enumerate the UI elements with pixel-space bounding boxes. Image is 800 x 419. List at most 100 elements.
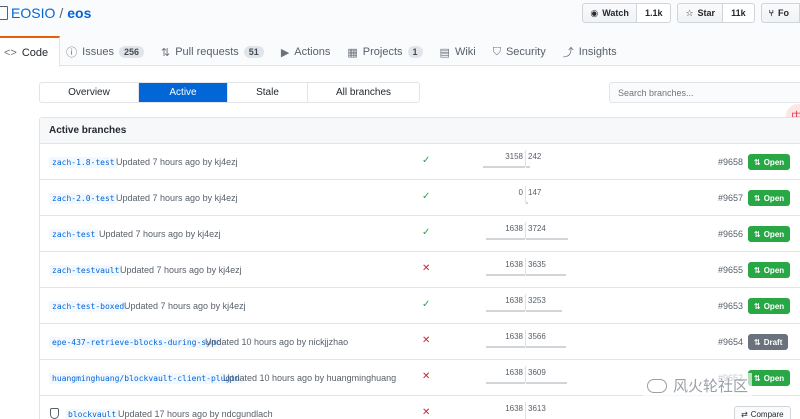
- pill-label: Compare: [750, 409, 784, 419]
- pr-open-badge[interactable]: ⇅ Open: [748, 226, 791, 242]
- tab-projects[interactable]: ▦ Projects 1: [341, 36, 433, 66]
- compare-divider: [525, 402, 526, 419]
- project-icon: ▦: [347, 46, 358, 59]
- compare-divider: [525, 294, 526, 311]
- pr-number-link[interactable]: #9654: [683, 337, 743, 347]
- pr-open-badge[interactable]: ⇅ Open: [748, 190, 791, 206]
- behind-count: 0: [518, 188, 523, 197]
- check-icon[interactable]: ✓: [422, 155, 430, 166]
- ahead-count: 147: [528, 188, 542, 197]
- check-icon[interactable]: ✓: [422, 299, 430, 310]
- search-branches-input[interactable]: [609, 82, 800, 103]
- ahead-count: 3609: [528, 368, 546, 377]
- subnav-all-branches[interactable]: All branches: [308, 83, 419, 102]
- ahead-count: 3613: [528, 404, 546, 413]
- subnav-stale[interactable]: Stale: [228, 83, 308, 102]
- fork-button[interactable]: ⑂ Fo: [760, 3, 800, 23]
- pr-open-badge[interactable]: ⇅ Open: [748, 154, 791, 170]
- fail-x-icon[interactable]: ✕: [422, 335, 430, 346]
- behind-bar: [483, 166, 525, 168]
- subnav-overview[interactable]: Overview: [40, 83, 139, 102]
- tab-code[interactable]: <> Code: [0, 36, 61, 67]
- tab-insights[interactable]: ⤴ Insights: [557, 36, 628, 66]
- star-button[interactable]: ☆ Star: [677, 3, 724, 23]
- tab-actions[interactable]: ▶ Actions: [275, 36, 342, 66]
- branch-updated: Updated 7 hours ago by kj4ezj: [120, 265, 242, 275]
- tab-label: Issues: [82, 46, 114, 58]
- branch-row: zach-2.0-test Updated 7 hours ago by kj4…: [40, 180, 800, 216]
- pull-request-icon: ⇅: [754, 193, 761, 203]
- repo-owner-link[interactable]: EOSIO: [11, 5, 55, 21]
- branch-name[interactable]: blockvault: [65, 409, 120, 419]
- branch-updated: Updated 10 hours ago by nickjjzhao: [205, 337, 349, 347]
- ahead-bar: [526, 382, 567, 384]
- tab-wiki[interactable]: ▤ Wiki: [434, 36, 487, 66]
- watch-count[interactable]: 1.1k: [636, 3, 672, 23]
- pr-draft-badge[interactable]: ⇅ Draft: [748, 334, 789, 350]
- branch-updated: Updated 7 hours ago by kj4ezj: [116, 157, 238, 167]
- branch-name[interactable]: zach-test-boxed: [49, 301, 128, 312]
- branch-name[interactable]: zach-1.8-test: [49, 157, 118, 168]
- pill-label: Open: [763, 229, 785, 239]
- ahead-bar: [526, 310, 562, 312]
- star-count[interactable]: 11k: [723, 3, 755, 23]
- branch-updated: Updated 7 hours ago by kj4ezj: [99, 229, 221, 239]
- behind-bar: [486, 382, 525, 384]
- watermark-text: 风火轮社区: [673, 378, 749, 395]
- compare-divider: [525, 330, 526, 347]
- behind-bar: [486, 310, 525, 312]
- pr-number-link[interactable]: #9658: [683, 157, 743, 167]
- tab-issues[interactable]: ⓘ Issues 256: [60, 36, 155, 66]
- pr-number-link[interactable]: #9657: [683, 193, 743, 203]
- pr-open-badge[interactable]: ⇅ Open: [748, 262, 791, 278]
- tab-label: Wiki: [454, 46, 476, 58]
- branch-updated: Updated 10 hours ago by huangminghuang: [223, 373, 397, 383]
- pr-number-link[interactable]: #9656: [683, 229, 743, 239]
- tab-counter: 256: [118, 46, 144, 58]
- pr-number-link[interactable]: #9653: [683, 301, 743, 311]
- watch-group: ◉ Watch 1.1k: [582, 3, 672, 23]
- check-icon[interactable]: ✓: [422, 227, 430, 238]
- branch-row: zach-test-boxed Updated 7 hours ago by k…: [40, 288, 800, 324]
- ahead-count: 3566: [528, 332, 546, 341]
- subnav-active[interactable]: Active: [139, 83, 228, 102]
- check-icon[interactable]: ✓: [422, 191, 430, 202]
- pull-request-icon: ⇅: [754, 157, 761, 167]
- tab-label: Insights: [578, 46, 617, 58]
- pr-number-link[interactable]: #9655: [683, 265, 743, 275]
- fork-label: Fo: [778, 8, 789, 18]
- pr-open-badge[interactable]: ⇅ Open: [748, 298, 791, 314]
- compare-button[interactable]: ⇄ Compare: [734, 406, 791, 419]
- ahead-count: 3724: [528, 224, 546, 233]
- ahead-count: 3253: [528, 296, 546, 305]
- branch-name[interactable]: zach-test: [49, 229, 99, 240]
- tab-pull-requests[interactable]: ⇅ Pull requests 51: [155, 36, 275, 66]
- behind-count: 1638: [505, 296, 523, 305]
- fork-group: ⑂ Fo: [760, 3, 800, 23]
- pill-label: Open: [763, 157, 785, 167]
- tab-label: Pull requests: [175, 46, 239, 58]
- protected-branch-icon: [50, 408, 59, 419]
- fail-x-icon[interactable]: ✕: [422, 407, 430, 418]
- star-label: Star: [697, 8, 716, 18]
- repo-name-link[interactable]: eos: [67, 5, 91, 21]
- pill-label: Open: [763, 301, 785, 311]
- branch-name[interactable]: huangminghuang/blockvault-client-plugin: [49, 373, 243, 384]
- branch-row: zach-1.8-test Updated 7 hours ago by kj4…: [40, 144, 800, 180]
- behind-count: 1638: [505, 404, 523, 413]
- branch-name[interactable]: epe-437-retrieve-blocks-during-sync: [49, 337, 224, 348]
- fail-x-icon[interactable]: ✕: [422, 263, 430, 274]
- watch-label: Watch: [602, 8, 629, 18]
- fail-x-icon[interactable]: ✕: [422, 371, 430, 382]
- pr-open-badge[interactable]: ⇅ Open: [748, 370, 791, 386]
- ahead-bar: [526, 202, 528, 204]
- ahead-count: 3635: [528, 260, 546, 269]
- tab-label: Security: [505, 46, 546, 58]
- branch-name[interactable]: zach-testvault: [49, 265, 123, 276]
- wechat-bubble-icon: [647, 378, 667, 393]
- branch-name[interactable]: zach-2.0-test: [49, 193, 118, 204]
- fork-icon: ⑂: [768, 8, 774, 18]
- behind-count: 1638: [505, 260, 523, 269]
- tab-security[interactable]: ⛉ Security: [487, 36, 557, 66]
- watch-button[interactable]: ◉ Watch: [582, 3, 637, 23]
